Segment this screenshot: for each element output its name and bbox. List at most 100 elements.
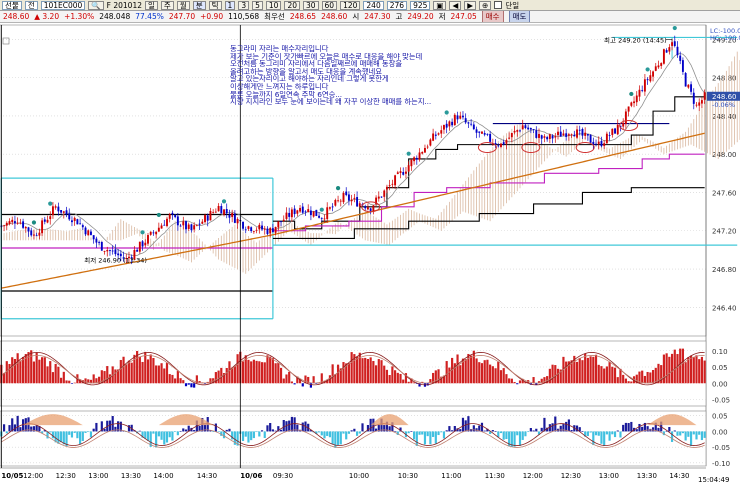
period-day-button[interactable]: 일	[145, 0, 158, 10]
candle-body	[638, 89, 641, 97]
scroll-right-icon[interactable]: ▶	[464, 0, 477, 10]
period-tick-button[interactable]: 틱	[208, 0, 222, 10]
price-tick-label: 248.80	[712, 75, 737, 83]
macd-bar	[581, 360, 584, 384]
macd-bar	[491, 366, 494, 384]
candle-body	[147, 235, 149, 244]
candle-body	[92, 235, 95, 240]
macd-bar	[70, 383, 74, 384]
osc-bar	[613, 431, 617, 438]
open-value: 247.70	[168, 12, 196, 21]
macd-bar	[309, 383, 312, 388]
macd-bar	[470, 355, 473, 384]
candle-body	[339, 200, 342, 202]
osc-bar	[157, 431, 160, 437]
count-input[interactable]: 276	[386, 0, 408, 10]
candle-body	[179, 225, 182, 227]
interval-1-button[interactable]: 1	[224, 0, 236, 10]
interval-10-button[interactable]: 10	[265, 0, 282, 10]
macd-bar	[681, 348, 685, 384]
osc-bar	[217, 431, 220, 433]
interval-input[interactable]: 240	[363, 0, 384, 10]
search-icon[interactable]: 🔍	[88, 0, 104, 10]
candle-body	[502, 142, 505, 145]
macd-bar	[613, 367, 617, 384]
annotation-line: 알고 있는자리이고 해야하는 자리인데 그렇게 못한게	[230, 75, 389, 83]
buy-button[interactable]: 매수	[481, 11, 504, 22]
candle-body	[372, 205, 375, 211]
candle-body	[342, 192, 345, 203]
period-month-button[interactable]: 월	[176, 0, 190, 10]
macd-bar	[499, 370, 503, 384]
osc-tick-label: -0.10	[712, 460, 730, 468]
macd-bar	[38, 359, 41, 384]
macd-bar	[551, 364, 554, 384]
osc-bar	[524, 431, 527, 437]
candle-body	[356, 197, 359, 207]
candle-body	[24, 226, 27, 229]
open-change: +0.90	[200, 12, 224, 21]
candle-body	[369, 208, 372, 211]
macd-bar	[271, 358, 274, 384]
candle-body	[589, 134, 592, 143]
candle-body	[377, 196, 380, 199]
screen-icon[interactable]: ▣	[433, 0, 447, 10]
period-week-button[interactable]: 주	[160, 0, 174, 10]
candle-body	[671, 42, 674, 46]
macd-bar	[385, 369, 389, 384]
interval-120-button[interactable]: 120	[340, 0, 361, 10]
candle-body	[220, 206, 223, 214]
scroll-left-icon[interactable]: ◀	[449, 0, 462, 10]
open-label: 시	[352, 12, 360, 21]
candle-body	[242, 221, 244, 229]
candle-body	[323, 218, 326, 220]
macd-bar	[290, 381, 293, 384]
page-input[interactable]: 925	[410, 0, 431, 10]
macd-bar	[288, 371, 291, 384]
range-select[interactable]: 전	[24, 0, 38, 10]
osc-bar	[171, 431, 174, 441]
candle-body	[657, 65, 660, 68]
single-label: 단일	[505, 0, 520, 10]
osc-bar	[271, 429, 274, 432]
candle-body	[236, 218, 239, 224]
macd-bar	[19, 360, 22, 384]
candle-body	[182, 221, 185, 226]
macd-bar	[665, 353, 668, 384]
osc-bar	[679, 431, 682, 436]
macd-bar	[231, 367, 234, 384]
candle-body	[695, 104, 698, 106]
candle-body	[328, 207, 331, 209]
period-minute-button[interactable]: 분	[192, 0, 206, 10]
code-input[interactable]: 101EC000	[40, 0, 86, 10]
sell-button[interactable]: 매도	[508, 11, 531, 22]
market-select[interactable]: 선물	[2, 0, 22, 10]
osc-bar	[624, 422, 627, 432]
interval-5-button[interactable]: 5	[252, 0, 263, 10]
candle-body	[385, 186, 388, 190]
interval-60-button[interactable]: 60	[321, 0, 338, 10]
candle-body	[103, 250, 106, 252]
osc-bar	[410, 431, 413, 432]
osc-bar	[646, 426, 649, 432]
interval-30-button[interactable]: 30	[302, 0, 319, 10]
osc-bar	[2, 424, 6, 432]
osc-bar	[350, 430, 353, 432]
zoom-icon[interactable]: ⊕	[479, 0, 492, 10]
interval-3-button[interactable]: 3	[238, 0, 250, 10]
osc-bar	[163, 431, 166, 445]
candle-body	[573, 134, 576, 137]
candle-body	[529, 128, 532, 130]
macd-bar	[30, 350, 33, 384]
candle-body	[109, 250, 111, 252]
macd-bar	[361, 358, 364, 384]
interval-20-button[interactable]: 20	[284, 0, 300, 10]
osc-bar	[597, 431, 600, 436]
macd-bar	[641, 370, 644, 384]
candle-body	[500, 143, 502, 147]
candle-body	[271, 228, 274, 233]
osc-bar	[638, 423, 641, 432]
candle-body	[3, 225, 6, 227]
macd-bar	[518, 380, 522, 384]
single-checkbox[interactable]	[494, 1, 503, 9]
